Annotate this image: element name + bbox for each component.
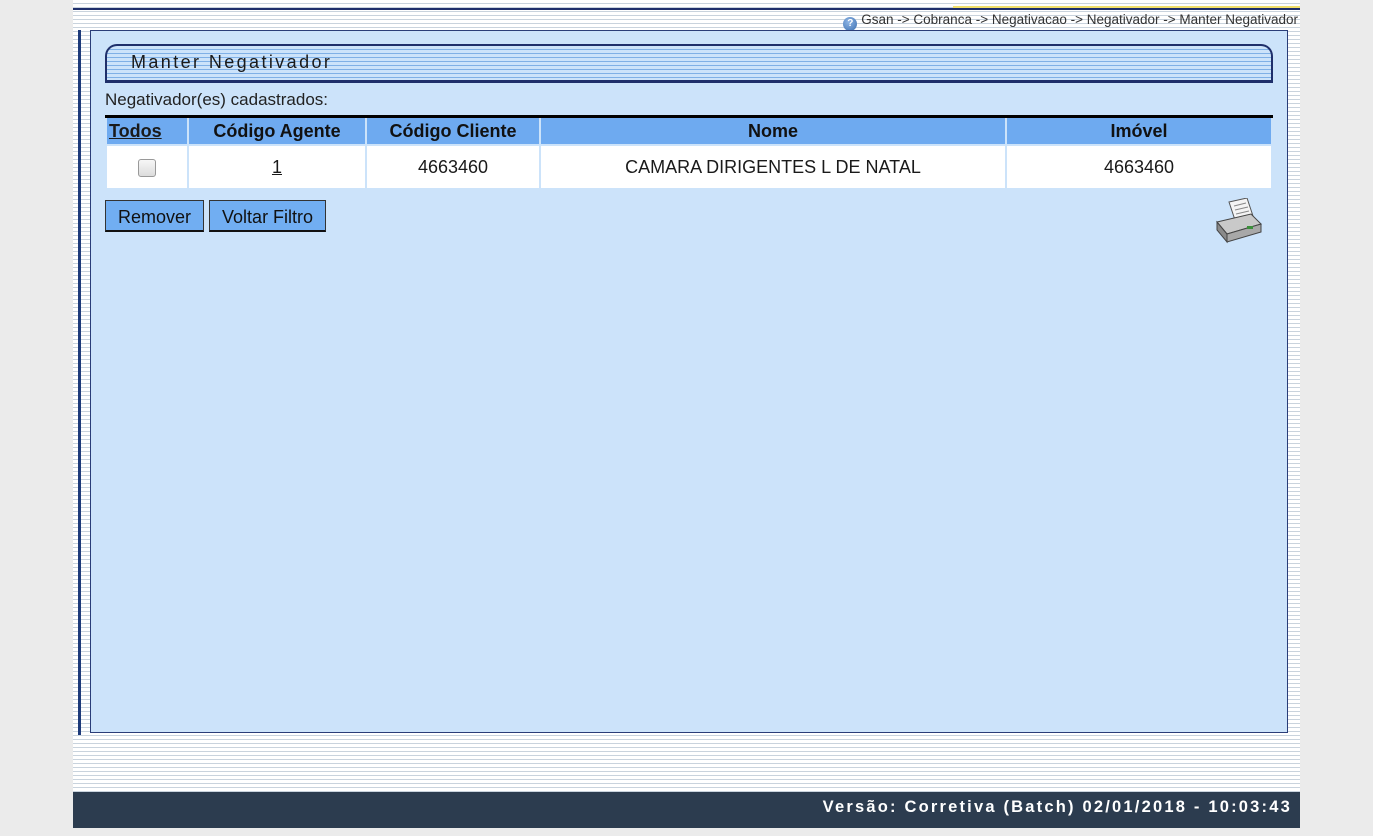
page-title: Manter Negativador bbox=[131, 52, 333, 72]
help-icon[interactable]: ? bbox=[843, 17, 858, 31]
panel-content: Manter Negativador Negativador(es) cadas… bbox=[105, 44, 1273, 244]
cell-imovel: 4663460 bbox=[1007, 146, 1271, 188]
printer-icon[interactable] bbox=[1213, 198, 1265, 246]
results-table: Todos Código Agente Código Cliente Nome … bbox=[105, 116, 1273, 190]
page: ? Gsan -> Cobranca -> Negativacao -> Nega… bbox=[73, 0, 1300, 828]
footer-stripes bbox=[73, 740, 1300, 790]
version-footer: Versão: Corretiva (Batch) 02/01/2018 - 1… bbox=[73, 792, 1300, 828]
panel-title-tab: Manter Negativador bbox=[105, 44, 1273, 80]
results-table-wrap: Todos Código Agente Código Cliente Nome … bbox=[105, 115, 1273, 190]
action-buttons: Remover Voltar Filtro bbox=[105, 198, 1273, 244]
left-bar bbox=[78, 30, 81, 735]
breadcrumb-highlight bbox=[953, 6, 1300, 8]
table-row: 1 4663460 CAMARA DIRIGENTES L DE NATAL 4… bbox=[107, 146, 1271, 188]
codigo-agente-link[interactable]: 1 bbox=[272, 157, 282, 177]
breadcrumb-text: Gsan -> Cobranca -> Negativacao -> Negat… bbox=[861, 12, 1298, 27]
cell-codigo-cliente: 4663460 bbox=[367, 146, 539, 188]
list-subtitle: Negativador(es) cadastrados: bbox=[105, 90, 329, 109]
col-header-nome: Nome bbox=[541, 118, 1005, 144]
remover-button[interactable]: Remover bbox=[105, 200, 205, 232]
col-header-codigo-cliente: Código Cliente bbox=[367, 118, 539, 144]
voltar-filtro-button[interactable]: Voltar Filtro bbox=[209, 200, 327, 232]
breadcrumb: ? Gsan -> Cobranca -> Negativacao -> Nega… bbox=[843, 10, 1298, 31]
row-checkbox[interactable] bbox=[138, 158, 156, 177]
select-all-link[interactable]: Todos bbox=[109, 121, 162, 141]
title-underline bbox=[105, 80, 1273, 83]
table-header-row: Todos Código Agente Código Cliente Nome … bbox=[107, 118, 1271, 144]
row-checkbox-cell bbox=[107, 146, 187, 188]
col-header-todos[interactable]: Todos bbox=[107, 118, 187, 144]
col-header-imovel: Imóvel bbox=[1007, 118, 1271, 144]
cell-nome: CAMARA DIRIGENTES L DE NATAL bbox=[541, 146, 1005, 188]
window-frame: ? Gsan -> Cobranca -> Negativacao -> Nega… bbox=[0, 0, 1373, 836]
cell-codigo-agente: 1 bbox=[189, 146, 365, 188]
col-header-codigo-agente: Código Agente bbox=[189, 118, 365, 144]
main-panel: Manter Negativador Negativador(es) cadas… bbox=[90, 30, 1288, 733]
